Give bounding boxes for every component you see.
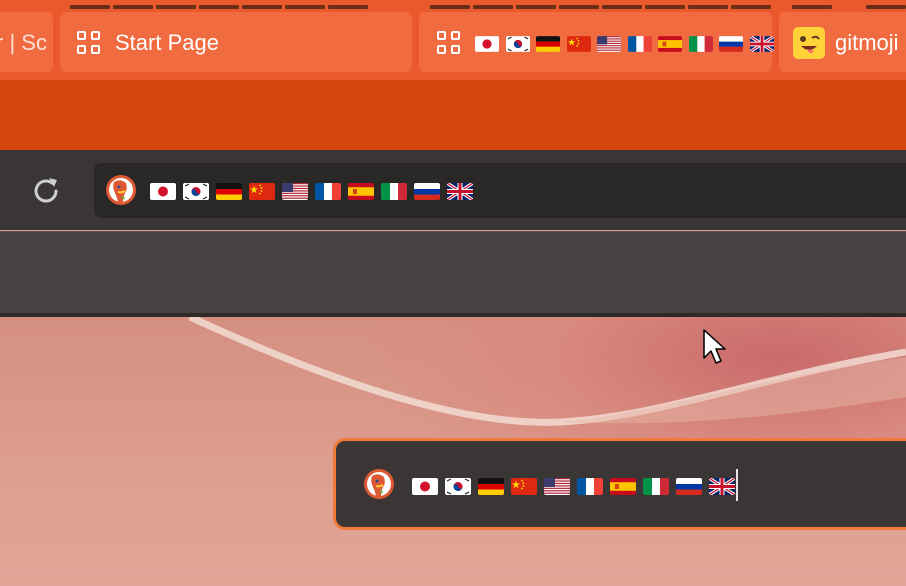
tab-start-page[interactable]: Start Page [60,12,412,72]
tab-stripe [285,5,325,9]
flag-south-korea-icon [183,183,209,200]
flag-france-icon [577,478,603,495]
tab-partial[interactable]: r | Sc [0,12,53,72]
flag-russia-icon [719,36,743,52]
text-caret [736,469,738,501]
flag-germany-icon [478,478,504,495]
flag-china-icon [566,36,591,52]
tab-stripe [792,5,832,9]
flag-italy-icon [381,183,407,200]
grid-icon [437,31,461,55]
flag-russia-icon [676,478,702,495]
tab-stripe [156,5,196,9]
tab-label: r | Sc [0,30,47,55]
reload-icon[interactable] [30,174,64,208]
flag-usa-icon [597,36,621,52]
gitmoji-emoji-icon [793,27,825,59]
tab-stripe [328,5,368,9]
tab-stripe [602,5,642,9]
duckduckgo-icon [106,175,136,205]
flag-uk-icon [709,478,735,495]
tab-stripe [559,5,599,9]
mouse-pointer-icon [703,329,726,364]
flag-south-korea-icon [505,36,530,52]
flag-japan-icon [412,478,438,495]
flag-japan-icon [150,183,176,200]
tab-stripe [866,5,906,9]
flag-germany-icon [216,183,242,200]
grid-icon [77,31,101,55]
tab-label: gitmoji [835,30,899,55]
tab-stripe [473,5,513,9]
tab-stripe [430,5,470,9]
flag-uk-icon [447,183,473,200]
tab-stripe [199,5,239,9]
tab-stripe [113,5,153,9]
flag-usa-icon [544,478,570,495]
flag-japan-icon [475,36,499,52]
flag-spain-icon [348,183,374,200]
tab-stripe [688,5,728,9]
address-bar[interactable] [94,163,906,218]
tab-stripe [70,5,110,9]
tab-stripe [645,5,685,9]
tab-flags[interactable] [419,12,774,72]
flag-china-icon [511,478,537,495]
duckduckgo-icon [364,469,394,499]
flag-france-icon [627,36,652,52]
tab-stripe [242,5,282,9]
tab-stripe [731,5,771,9]
flag-spain-icon [658,36,682,52]
tab-label: Start Page [115,30,219,55]
flag-uk-icon [749,36,774,52]
flag-russia-icon [414,183,440,200]
flag-spain-icon [610,478,636,495]
tab-strip: r | Sc Start Page gitmoji [0,0,906,80]
accent-band [0,80,906,150]
tab-gitmoji[interactable]: gitmoji [779,12,906,72]
flag-south-korea-icon [445,478,471,495]
flag-china-icon [249,183,275,200]
flag-germany-icon [536,36,560,52]
flag-italy-icon [643,478,669,495]
search-popup[interactable] [333,438,906,530]
flag-france-icon [315,183,341,200]
bookmarks-bar [0,231,906,314]
flag-usa-icon [282,183,308,200]
tab-stripe [516,5,556,9]
flag-italy-icon [688,36,713,52]
